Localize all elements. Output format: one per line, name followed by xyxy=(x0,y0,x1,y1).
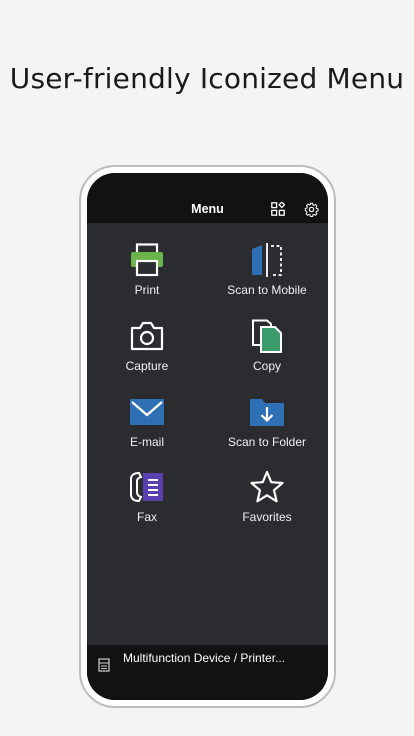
page-title: Menu xyxy=(191,202,224,216)
menu-item-scan-to-folder[interactable]: Scan to Folder xyxy=(207,395,327,467)
menu-item-label: Capture xyxy=(125,359,169,373)
printer-icon xyxy=(131,243,163,277)
envelope-icon xyxy=(130,399,164,425)
device-selector-bar[interactable]: Multifunction Device / Printer... xyxy=(87,645,328,700)
menu-item-label: Copy xyxy=(252,359,281,373)
menu-item-label: Print xyxy=(134,283,160,297)
menu-item-label: Favorites xyxy=(242,510,292,524)
device-name: Multifunction Device / Printer... xyxy=(123,651,286,665)
menu-item-print[interactable]: Print xyxy=(87,243,207,315)
menu-item-capture[interactable]: Capture xyxy=(87,319,207,391)
menu-item-email[interactable]: E-mail xyxy=(87,395,207,467)
top-bar: Menu xyxy=(87,173,328,223)
printer-device-icon xyxy=(98,658,110,672)
camera-icon xyxy=(130,321,164,351)
scan-to-mobile-icon xyxy=(252,243,282,277)
menu-item-copy[interactable]: Copy xyxy=(207,319,327,391)
menu-item-favorites[interactable]: Favorites xyxy=(207,470,327,542)
copy-icon xyxy=(252,319,282,353)
app-screen: Menu Print Scan to Mobile Capture Copy E… xyxy=(87,173,328,700)
folder-download-icon xyxy=(250,399,284,426)
gear-icon[interactable] xyxy=(304,202,319,217)
menu-item-scan-to-mobile[interactable]: Scan to Mobile xyxy=(207,243,327,315)
menu-item-fax[interactable]: Fax xyxy=(87,470,207,542)
menu-item-label: Scan to Mobile xyxy=(227,283,307,297)
menu-item-label: Scan to Folder xyxy=(227,435,307,449)
menu-item-label: Fax xyxy=(136,510,157,524)
apps-grid-icon[interactable] xyxy=(271,202,285,216)
page-headline: User-friendly Iconized Menu xyxy=(9,62,405,95)
fax-icon xyxy=(130,471,163,503)
menu-item-label: E-mail xyxy=(129,435,164,449)
star-icon xyxy=(250,470,284,503)
